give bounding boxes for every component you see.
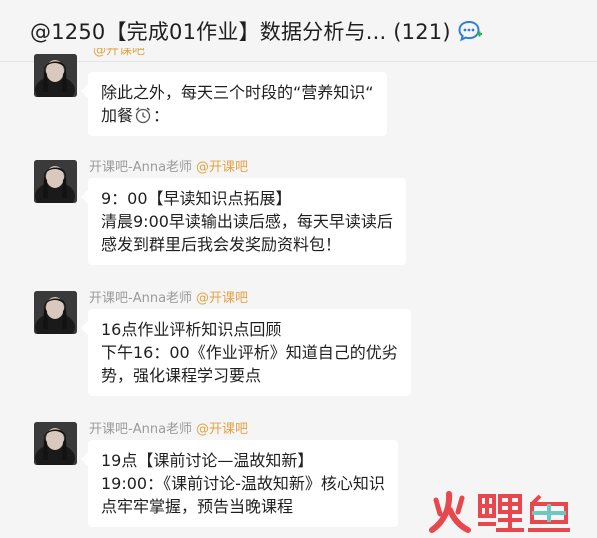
sender-name: @开课吧 xyxy=(89,48,145,62)
message-line: 19点【课前讨论—温故知新】 xyxy=(101,451,314,470)
message-bubble[interactable]: 9：00【早读知识点拓展】 清晨9:00早读输出读后感，每天早读读后 感发到群里… xyxy=(88,178,406,265)
sender-name: 开课吧-Anna老师 @开课吧 xyxy=(89,160,249,175)
avatar[interactable] xyxy=(34,422,77,465)
message-line: 除此之外，每天三个时段的“营养知识“ xyxy=(101,83,374,102)
sender-tag: @开课吧 xyxy=(93,48,146,58)
message-bubble[interactable]: 19点【课前讨论—温故知新】 19:00：《课前讨论-温故知新》核心知识 点牢牢… xyxy=(88,440,398,527)
sender-name: 开课吧-Anna老师 @开课吧 xyxy=(89,422,249,437)
sender-tag: @开课吧 xyxy=(196,291,249,306)
chat-window: @1250【完成01作业】数据分析与... (121) @开课吧 除此之外，每天… xyxy=(0,0,597,538)
message-line: 加餐 ： xyxy=(101,106,170,125)
watermark-logo xyxy=(429,491,570,533)
avatar[interactable] xyxy=(34,291,77,334)
sender-name: 开课吧-Anna老师 @开课吧 xyxy=(89,291,249,306)
group-title[interactable]: @1250【完成01作业】数据分析与... (121) xyxy=(30,16,451,46)
chat-bubble-icon[interactable] xyxy=(457,19,483,43)
sender-tag: @开课吧 xyxy=(196,422,249,437)
message-line: 19:00：《课前讨论-温故知新》核心知识 xyxy=(101,474,385,493)
alarm-clock-icon xyxy=(135,107,151,124)
avatar[interactable] xyxy=(34,160,77,203)
message-line: 16点作业评析知识点回顾 xyxy=(101,320,282,339)
message-bubble[interactable]: 16点作业评析知识点回顾 下午16：00《作业评析》知道自己的优劣 势，强化课程… xyxy=(88,309,411,396)
message-line: 9：00【早读知识点拓展】 xyxy=(101,189,292,208)
avatar[interactable] xyxy=(34,54,77,97)
message-line: 点牢牢掌握，预告当晚课程 xyxy=(101,497,294,516)
message-bubble[interactable]: 除此之外，每天三个时段的“营养知识“ 加餐 ： xyxy=(88,72,387,136)
message-line: 感发到群里后我会发奖励资料包！ xyxy=(101,235,342,254)
message-line: 清晨9:00早读输出读后感，每天早读读后 xyxy=(101,212,393,231)
message-line: 势，强化课程学习要点 xyxy=(101,366,262,385)
message-line: 下午16：00《作业评析》知道自己的优劣 xyxy=(101,343,398,362)
sender-tag: @开课吧 xyxy=(196,160,249,175)
